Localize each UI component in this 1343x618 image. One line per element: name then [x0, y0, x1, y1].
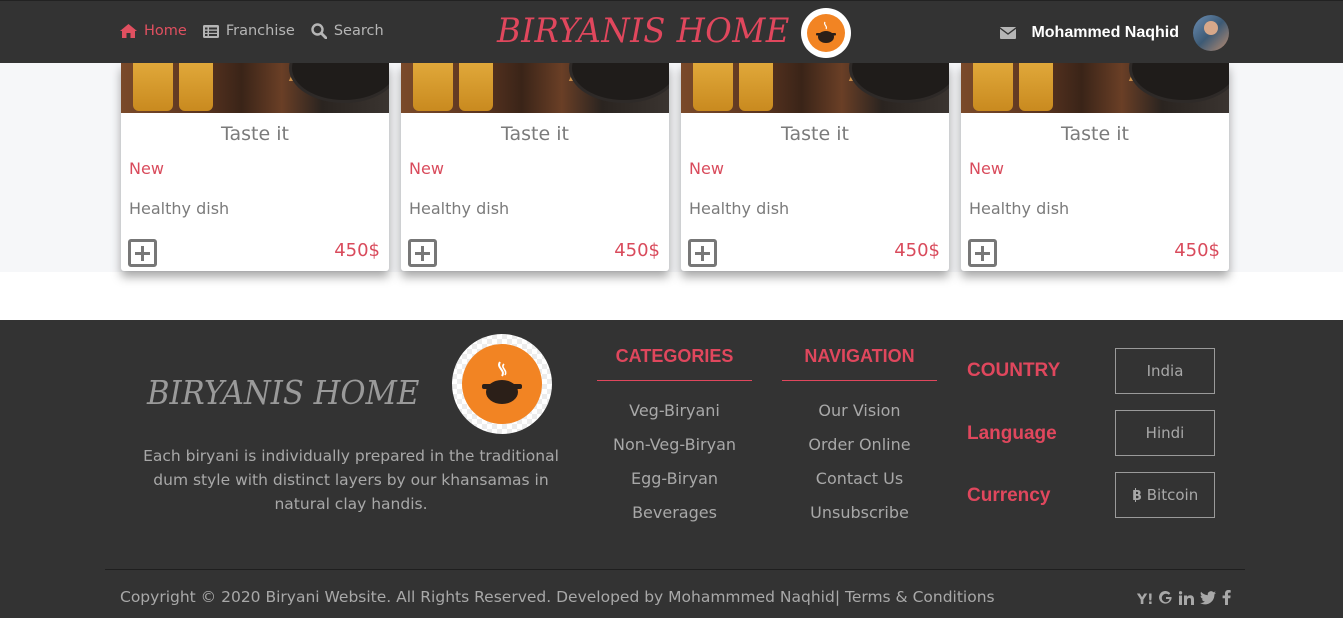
- product-price: 450$: [334, 240, 380, 261]
- product-title: Taste it: [1061, 123, 1129, 145]
- footer: BIRYANIS HOME Each biryani is individual…: [0, 320, 1343, 618]
- navigation-link[interactable]: Unsubscribe: [782, 496, 937, 530]
- country-select[interactable]: India: [1115, 348, 1215, 394]
- search-icon: [311, 23, 327, 39]
- nav-links: Home Franchise Search: [120, 23, 400, 39]
- brand-logo-inner: [807, 14, 845, 52]
- product-image: [121, 63, 389, 113]
- language-value: Hindi: [1145, 424, 1185, 442]
- navigation-link[interactable]: Our Vision: [782, 394, 937, 428]
- footer-divider: [105, 569, 1245, 570]
- product-card[interactable]: Taste it New Healthy dish 450$: [121, 63, 389, 271]
- country-label: COUNTRY: [967, 360, 1061, 381]
- google-icon[interactable]: [1159, 590, 1173, 605]
- pot-icon: [482, 361, 522, 404]
- add-to-cart-button[interactable]: [408, 239, 437, 267]
- nav-user-area: Mohammed Naqhid: [1000, 15, 1229, 51]
- svg-text:B: B: [1132, 489, 1142, 502]
- pot-icon: [816, 21, 836, 43]
- nav-franchise-label: Franchise: [225, 23, 295, 39]
- product-image: [961, 63, 1229, 113]
- product-description: Healthy dish: [689, 199, 790, 218]
- social-links: Y!: [1131, 590, 1231, 605]
- navigation-link[interactable]: Contact Us: [782, 462, 937, 496]
- avatar[interactable]: [1193, 15, 1229, 51]
- product-card[interactable]: Taste it New Healthy dish 450$: [961, 63, 1229, 271]
- product-badge: New: [689, 159, 724, 178]
- nav-search-link[interactable]: Search: [311, 23, 384, 39]
- add-to-cart-button[interactable]: [128, 239, 157, 267]
- nav-franchise-link[interactable]: Franchise: [202, 23, 295, 39]
- username[interactable]: Mohammed Naqhid: [1031, 24, 1179, 42]
- product-price: 450$: [1174, 240, 1220, 261]
- product-description: Healthy dish: [969, 199, 1070, 218]
- product-description: Healthy dish: [409, 199, 510, 218]
- navigation-link[interactable]: Order Online: [782, 428, 937, 462]
- facebook-icon[interactable]: [1222, 590, 1231, 605]
- product-badge: New: [969, 159, 1004, 178]
- category-link[interactable]: Veg-Biryani: [597, 394, 752, 428]
- list-icon: [202, 24, 219, 38]
- country-value: India: [1146, 362, 1184, 380]
- bitcoin-icon: B: [1132, 488, 1142, 502]
- add-to-cart-button[interactable]: [688, 239, 717, 267]
- category-link[interactable]: Beverages: [597, 496, 752, 530]
- footer-navigation: NAVIGATION Our Vision Order Online Conta…: [782, 346, 937, 530]
- product-card[interactable]: Taste it New Healthy dish 450$: [681, 63, 949, 271]
- nav-search-label: Search: [333, 23, 384, 39]
- product-price: 450$: [894, 240, 940, 261]
- add-to-cart-button[interactable]: [968, 239, 997, 267]
- envelope-icon[interactable]: [1000, 27, 1017, 39]
- divider: [597, 380, 752, 381]
- product-title: Taste it: [501, 123, 569, 145]
- svg-text:Y!: Y!: [1137, 592, 1153, 605]
- brand-title[interactable]: BIRYANIS HOME: [497, 11, 790, 51]
- product-title: Taste it: [221, 123, 289, 145]
- product-card[interactable]: Taste it New Healthy dish 450$: [401, 63, 669, 271]
- top-navbar: Home Franchise Search BIRYANIS HOME Moha…: [0, 0, 1343, 63]
- currency-value: Bitcoin: [1146, 486, 1199, 504]
- nav-home-label: Home: [144, 23, 187, 39]
- divider: [782, 380, 937, 381]
- currency-select[interactable]: B Bitcoin: [1115, 472, 1215, 518]
- twitter-icon[interactable]: [1200, 590, 1216, 605]
- language-label: Language: [967, 423, 1057, 444]
- copyright-text: Copyright © 2020 Biryani Website. All Ri…: [120, 588, 995, 606]
- footer-logo-inner: [462, 344, 542, 424]
- product-badge: New: [129, 159, 164, 178]
- brand-logo[interactable]: [801, 8, 851, 58]
- product-image: [401, 63, 669, 113]
- currency-label: Currency: [967, 485, 1051, 506]
- product-title: Taste it: [781, 123, 849, 145]
- product-description: Healthy dish: [129, 199, 230, 218]
- footer-description: Each biryani is individually prepared in…: [143, 447, 559, 513]
- product-price: 450$: [614, 240, 660, 261]
- home-icon: [120, 24, 137, 38]
- nav-home-link[interactable]: Home: [120, 23, 187, 39]
- categories-heading: CATEGORIES: [615, 346, 734, 366]
- footer-logo: [452, 334, 552, 434]
- navigation-heading: NAVIGATION: [804, 346, 915, 366]
- footer-categories: CATEGORIES Veg-Biryani Non-Veg-Biryan Eg…: [597, 346, 752, 530]
- product-badge: New: [409, 159, 444, 178]
- yelp-icon[interactable]: Y!: [1137, 591, 1153, 605]
- category-link[interactable]: Non-Veg-Biryan: [597, 428, 752, 462]
- product-image: [681, 63, 949, 113]
- footer-brand-title: BIRYANIS HOME: [147, 373, 420, 412]
- category-link[interactable]: Egg-Biryan: [597, 462, 752, 496]
- linkedin-icon[interactable]: [1179, 590, 1194, 605]
- language-select[interactable]: Hindi: [1115, 410, 1215, 456]
- product-cards: Taste it New Healthy dish 450$ Taste it …: [121, 63, 1241, 271]
